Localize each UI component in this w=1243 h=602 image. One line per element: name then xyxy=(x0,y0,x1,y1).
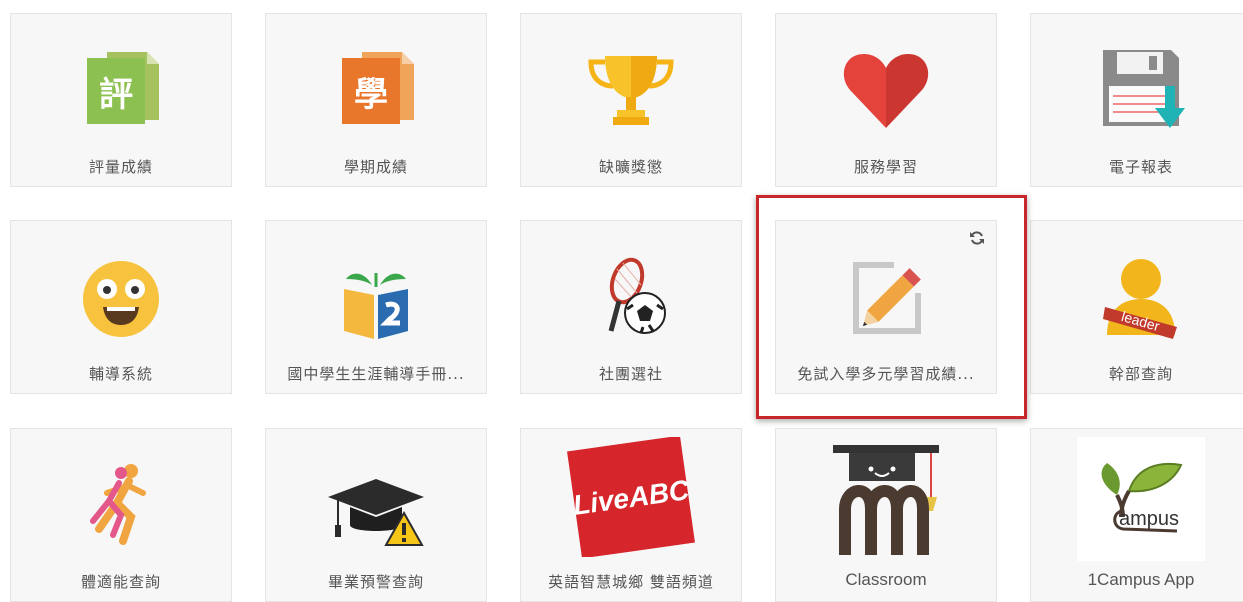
leader-badge-icon: leader xyxy=(1093,249,1189,345)
app-tile-cadre-query[interactable]: leader 幹部查詢 xyxy=(1030,220,1243,394)
runner-icon xyxy=(73,457,169,553)
app-tile-graduation-warning[interactable]: 畢業預警查詢 xyxy=(265,428,487,602)
app-label: 學期成績 xyxy=(343,158,408,176)
app-label: 免試入學多元學習成績... xyxy=(797,365,975,383)
app-tile-attendance[interactable]: 缺曠獎懲 xyxy=(520,13,742,187)
refresh-icon[interactable] xyxy=(968,229,986,247)
racket-ball-icon xyxy=(583,249,679,345)
liveabc-logo: LiveABC xyxy=(566,437,696,557)
app-label: 英語智慧城鄉 雙語頻道 xyxy=(548,573,714,591)
app-label: 服務學習 xyxy=(853,158,918,176)
floppy-download-icon xyxy=(1093,42,1189,138)
app-label: 1Campus App xyxy=(1087,570,1195,589)
app-label: 體適能查詢 xyxy=(80,573,161,591)
smiley-face-icon xyxy=(73,249,169,345)
app-tile-grade-scores[interactable]: 評 評量成績 xyxy=(10,13,232,187)
app-label: 評量成績 xyxy=(88,158,153,176)
classroom-mascot-icon xyxy=(821,439,951,559)
app-tile-career-handbook[interactable]: 國中學生生涯輔導手冊... xyxy=(265,220,487,394)
graduation-cap-warning-icon xyxy=(328,457,424,553)
app-label: 國中學生生涯輔導手冊... xyxy=(287,365,465,383)
app-tile-fitness-query[interactable]: 體適能查詢 xyxy=(10,428,232,602)
app-label: 缺曠獎懲 xyxy=(598,158,663,176)
app-label: 社團選社 xyxy=(598,365,663,383)
1campus-logo: ampus xyxy=(1077,437,1205,561)
pencil-edit-icon xyxy=(838,249,934,345)
app-tile-club-selection[interactable]: 社團選社 xyxy=(520,220,742,394)
svg-text:學: 學 xyxy=(354,75,388,115)
app-tile-exam-free-admission[interactable]: 免試入學多元學習成績... xyxy=(775,220,997,394)
app-label: Classroom xyxy=(845,570,927,589)
trophy-icon xyxy=(583,42,679,138)
app-tile-service-learning[interactable]: 服務學習 xyxy=(775,13,997,187)
grade-document-icon: 評 xyxy=(73,42,169,138)
app-tile-semester-scores[interactable]: 學 學期成績 xyxy=(265,13,487,187)
app-tile-classroom[interactable]: Classroom xyxy=(775,428,997,602)
svg-text:評: 評 xyxy=(99,75,133,115)
app-tile-english-channel[interactable]: LiveABC 英語智慧城鄉 雙語頻道 xyxy=(520,428,742,602)
app-tile-e-reports[interactable]: 電子報表 xyxy=(1030,13,1243,187)
app-label: 電子報表 xyxy=(1108,158,1173,176)
heart-icon xyxy=(838,42,934,138)
book-sprout-icon xyxy=(328,249,424,345)
app-tile-1campus[interactable]: ampus 1Campus App xyxy=(1030,428,1243,602)
app-label: 幹部查詢 xyxy=(1108,365,1173,383)
semester-document-icon: 學 xyxy=(328,42,424,138)
app-label: 輔導系統 xyxy=(88,365,153,383)
app-label: 畢業預警查詢 xyxy=(327,573,424,591)
app-grid: 評 評量成績 學 學期成績 缺曠獎懲 服務學習 電子報表 輔導系統 國中學生生涯… xyxy=(0,0,1243,602)
svg-text:ampus: ampus xyxy=(1119,508,1179,530)
app-tile-counseling[interactable]: 輔導系統 xyxy=(10,220,232,394)
